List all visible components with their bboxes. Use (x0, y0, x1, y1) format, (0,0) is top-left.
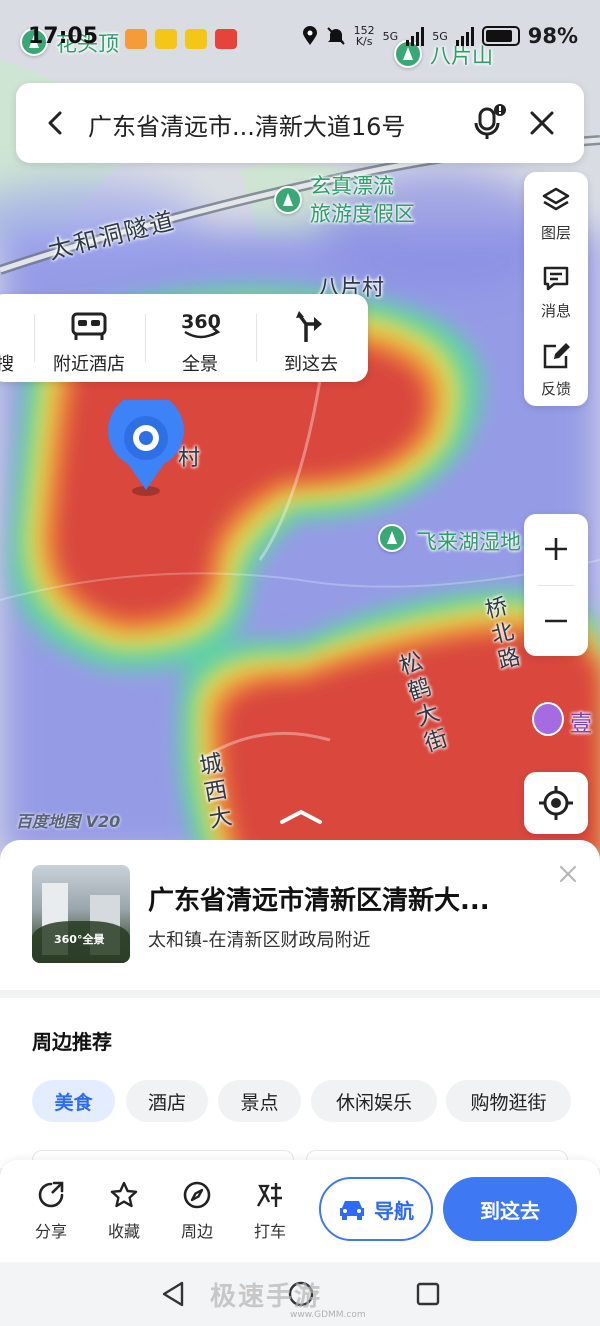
around-label: 周边 (180, 1222, 213, 1241)
nearby-hotels-button[interactable]: 附近酒店 (34, 294, 144, 382)
locate-button[interactable] (524, 772, 588, 834)
layers-icon (542, 187, 570, 211)
nearby-heading: 周边推荐 (32, 1030, 112, 1054)
car-icon (340, 1201, 364, 1220)
chip-food[interactable]: 美食 (32, 1080, 115, 1122)
messages-label: 消息 (540, 302, 571, 320)
close-icon[interactable] (524, 105, 560, 141)
taxi-button[interactable]: 打车 (240, 1180, 300, 1242)
map-tools-panel: 图层 消息 反馈 (524, 172, 588, 406)
wetland-pin-icon[interactable] (378, 524, 406, 552)
signal-2-label: 5G (432, 29, 448, 43)
map-label-shop[interactable]: 壹 (570, 706, 592, 738)
navigate-button[interactable]: 导航 (319, 1177, 433, 1241)
recents-square-icon[interactable] (415, 1280, 441, 1308)
status-time: 17:05 (28, 24, 99, 49)
star-icon (110, 1181, 138, 1208)
message-icon (543, 266, 569, 291)
site-watermark: 极速手游 (210, 1282, 323, 1312)
app-notification-icon (155, 29, 177, 49)
share-icon (38, 1181, 64, 1208)
go-here-label: 到这去 (480, 1198, 540, 1223)
favorite-label: 收藏 (107, 1222, 140, 1241)
location-pin-icon[interactable] (106, 400, 186, 500)
share-label: 分享 (34, 1222, 67, 1241)
back-triangle-icon[interactable] (160, 1280, 186, 1308)
bed-icon (71, 312, 107, 340)
zoom-out-button[interactable] (524, 586, 588, 656)
site-watermark-url: www.GDMM.com (290, 1310, 366, 1320)
close-icon[interactable] (556, 862, 580, 886)
chevron-left-icon[interactable] (38, 105, 74, 141)
around-button[interactable]: 周边 (167, 1180, 227, 1242)
status-bar: 17:05 152 K/s 5G 5G 98% (0, 18, 600, 62)
section-divider (0, 990, 600, 998)
minus-icon (545, 619, 567, 623)
signal-1-icon (406, 26, 425, 46)
go-here-quick-label: 到这去 (284, 354, 338, 375)
quick-actions-panel: 搜 附近酒店 360 全景 到这去 (0, 294, 368, 382)
favorite-button[interactable]: 收藏 (94, 1180, 154, 1242)
nearby-hotels-label: 附近酒店 (53, 354, 125, 375)
place-info-card[interactable]: 360°全景 广东省清远市清新区清新大... 太和镇-在清新区财政局附近 (0, 840, 600, 990)
messages-button[interactable]: 消息 (524, 256, 588, 326)
zoom-control (524, 514, 588, 656)
battery-level: 98% (527, 24, 578, 48)
chip-leisure[interactable]: 休闲娱乐 (311, 1080, 437, 1122)
search-address[interactable]: 广东省清远市...清新大道16号 (88, 107, 405, 142)
place-thumbnail[interactable]: 360°全景 (32, 865, 130, 963)
shop-pin-icon[interactable] (532, 702, 564, 736)
chip-hotel[interactable]: 酒店 (126, 1080, 208, 1122)
chip-shopping[interactable]: 购物逛街 (446, 1080, 571, 1122)
map-watermark: 百度地图 V20 (16, 812, 121, 831)
app-notification-icon (185, 29, 207, 49)
taxi-label: 打车 (253, 1222, 286, 1241)
panorama-360-icon: 360 (181, 311, 221, 339)
layers-button[interactable]: 图层 (524, 178, 588, 248)
signal-1-label: 5G (382, 29, 399, 43)
panorama-button[interactable]: 360 全景 (145, 294, 255, 382)
zoom-in-button[interactable] (524, 514, 588, 584)
microphone-icon[interactable] (468, 103, 508, 143)
place-subtitle: 太和镇-在清新区财政局附近 (148, 930, 371, 951)
resort-pin-icon[interactable] (274, 186, 302, 214)
compass-icon (183, 1181, 211, 1209)
system-nav-bar: 极速手游 www.GDMM.com (0, 1262, 600, 1326)
chip-scenic[interactable]: 景点 (218, 1080, 301, 1122)
net-speed: 152 K/s (353, 24, 375, 48)
feedback-label: 反馈 (540, 380, 571, 398)
panorama-label: 全景 (182, 354, 218, 375)
signal-2-icon (455, 26, 474, 46)
share-button[interactable]: 分享 (21, 1180, 81, 1242)
map-label-resort[interactable]: 玄真漂流 旅游度假区 (310, 172, 415, 228)
thumb-panorama-tag: 360°全景 (54, 933, 105, 946)
status-right: 152 K/s 5G 5G 98% (302, 24, 578, 48)
go-here-button[interactable]: 到这去 (443, 1177, 577, 1241)
mute-icon (326, 27, 345, 45)
app-notification-icon (215, 29, 237, 49)
place-title: 广东省清远市清新区清新大... (148, 886, 490, 916)
app-notification-icon (125, 29, 147, 49)
go-here-quick-button[interactable]: 到这去 (256, 294, 366, 382)
nearby-section: 周边推荐 美食 酒店 景点 休闲娱乐 购物逛街 (0, 998, 600, 1170)
bottom-action-bar: 分享 收藏 周边 打车 导航 到这去 (0, 1160, 600, 1262)
layers-label: 图层 (540, 224, 571, 242)
feedback-button[interactable]: 反馈 (524, 334, 588, 404)
location-status-icon (302, 26, 317, 45)
quick-search-label[interactable]: 搜 (0, 350, 14, 376)
panel-handle-icon[interactable] (276, 806, 326, 828)
battery-icon (481, 26, 520, 46)
navigate-label: 导航 (374, 1198, 414, 1223)
taxi-icon (256, 1183, 282, 1207)
map-label-wetland[interactable]: 飞来湖湿地 (416, 526, 521, 556)
plus-icon (545, 538, 567, 560)
turn-right-arrow-icon (296, 311, 322, 342)
edit-icon (543, 343, 570, 369)
search-bar[interactable]: 广东省清远市...清新大道16号 (16, 83, 584, 163)
locate-icon (539, 786, 573, 820)
status-app-icons (125, 29, 237, 49)
